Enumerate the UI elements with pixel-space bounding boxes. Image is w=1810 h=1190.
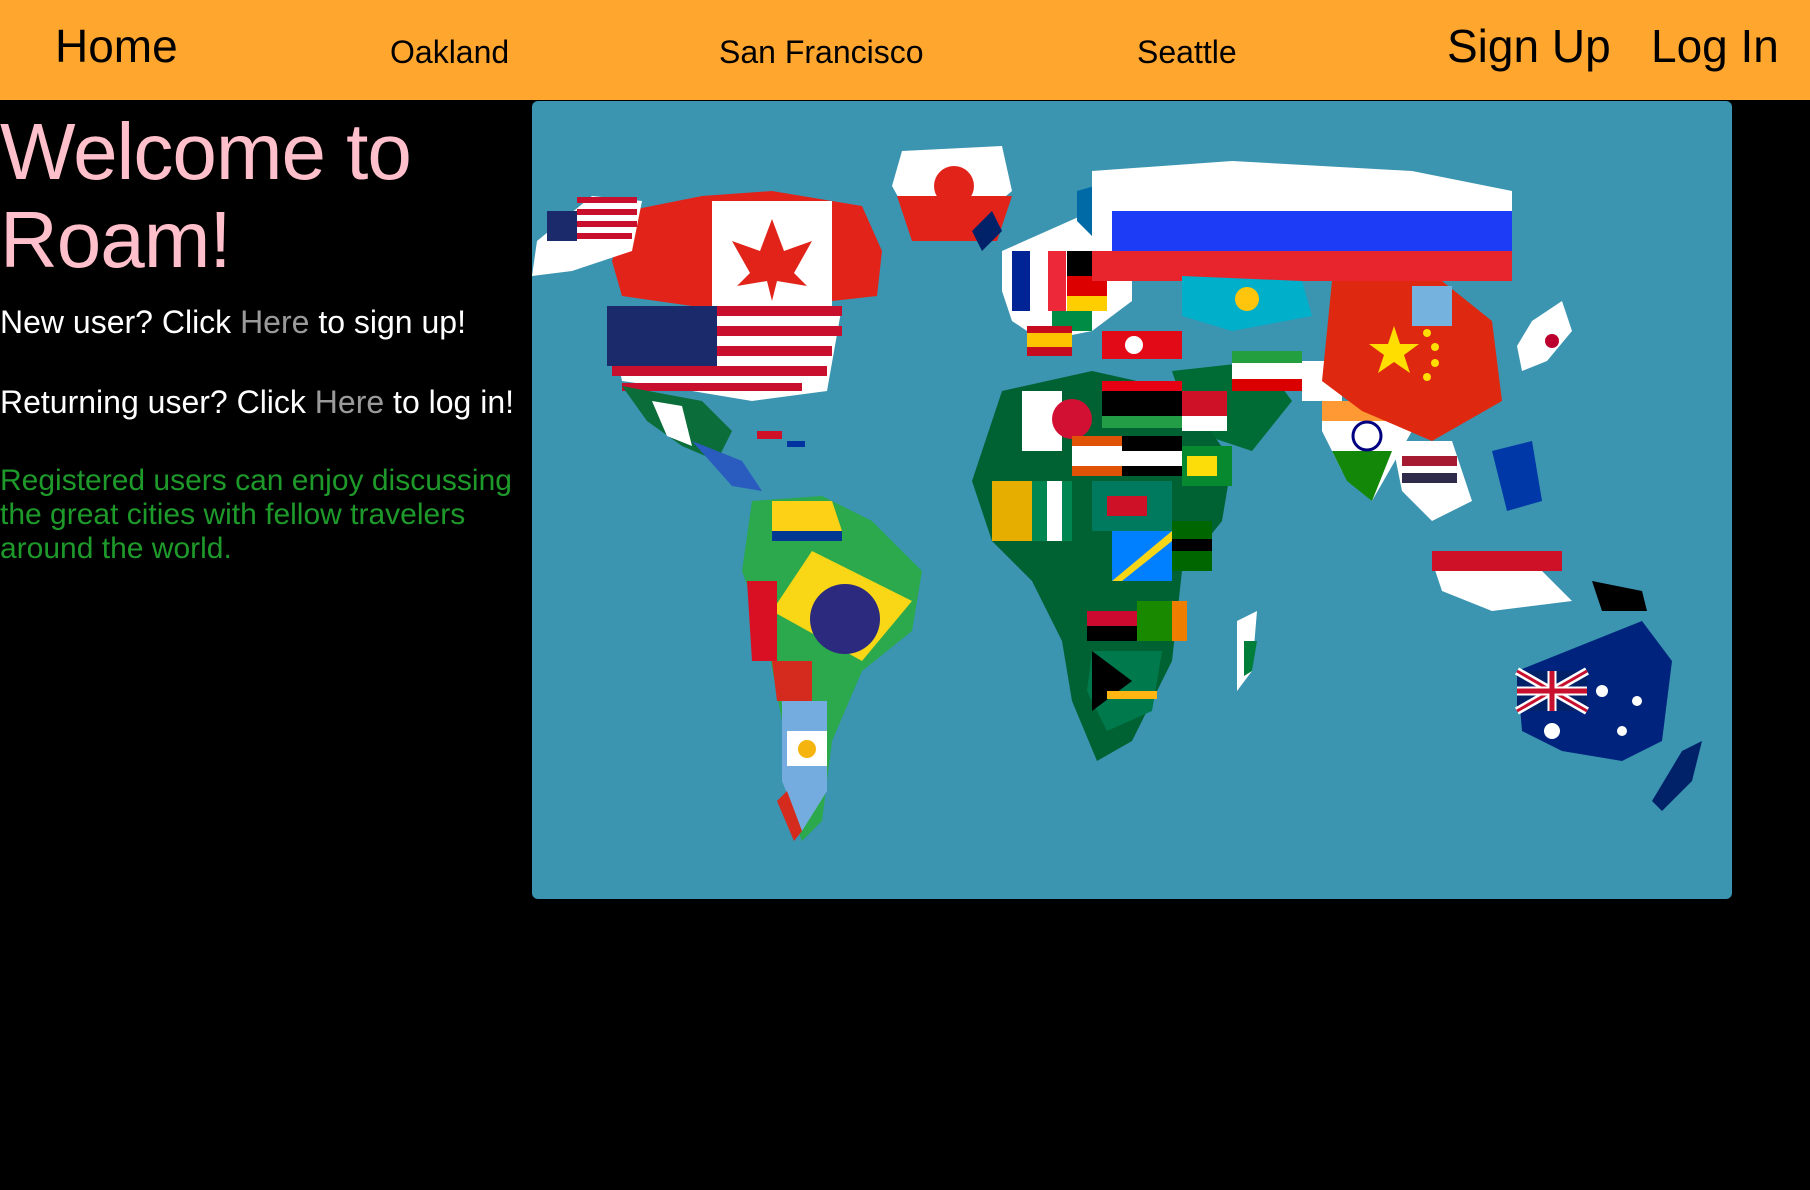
nav-city-oakland[interactable]: Oakland	[390, 36, 509, 68]
welcome-panel: Welcome to Roam! New user? Click Here to …	[0, 100, 525, 566]
page-title: Welcome to Roam!	[0, 108, 525, 284]
world-map-icon	[532, 146, 1702, 841]
nav-log-in-link[interactable]: Log In	[1651, 23, 1779, 69]
log-in-here-link[interactable]: Here	[315, 384, 384, 420]
world-flag-map-image	[532, 101, 1732, 899]
new-user-text: New user? Click	[0, 304, 241, 340]
nav-city-seattle[interactable]: Seattle	[1137, 36, 1237, 68]
sign-up-here-link[interactable]: Here	[240, 304, 309, 340]
top-navbar: Home Oakland San Francisco Seattle Sign …	[0, 0, 1810, 100]
new-user-suffix: to sign up!	[309, 304, 466, 340]
nav-sign-up-link[interactable]: Sign Up	[1447, 23, 1611, 69]
returning-user-suffix: to log in!	[384, 384, 515, 420]
returning-user-prompt: Returning user? Click Here to log in!	[0, 378, 525, 426]
nav-home-link[interactable]: Home	[55, 23, 178, 69]
new-user-prompt: New user? Click Here to sign up!	[0, 298, 525, 346]
registered-users-promo: Registered users can enjoy discussing th…	[0, 464, 512, 565]
title-line-1: Welcome to	[0, 107, 412, 196]
title-line-2: Roam!	[0, 195, 232, 284]
returning-user-text: Returning user? Click	[0, 384, 315, 420]
nav-city-san-francisco[interactable]: San Francisco	[719, 36, 924, 68]
